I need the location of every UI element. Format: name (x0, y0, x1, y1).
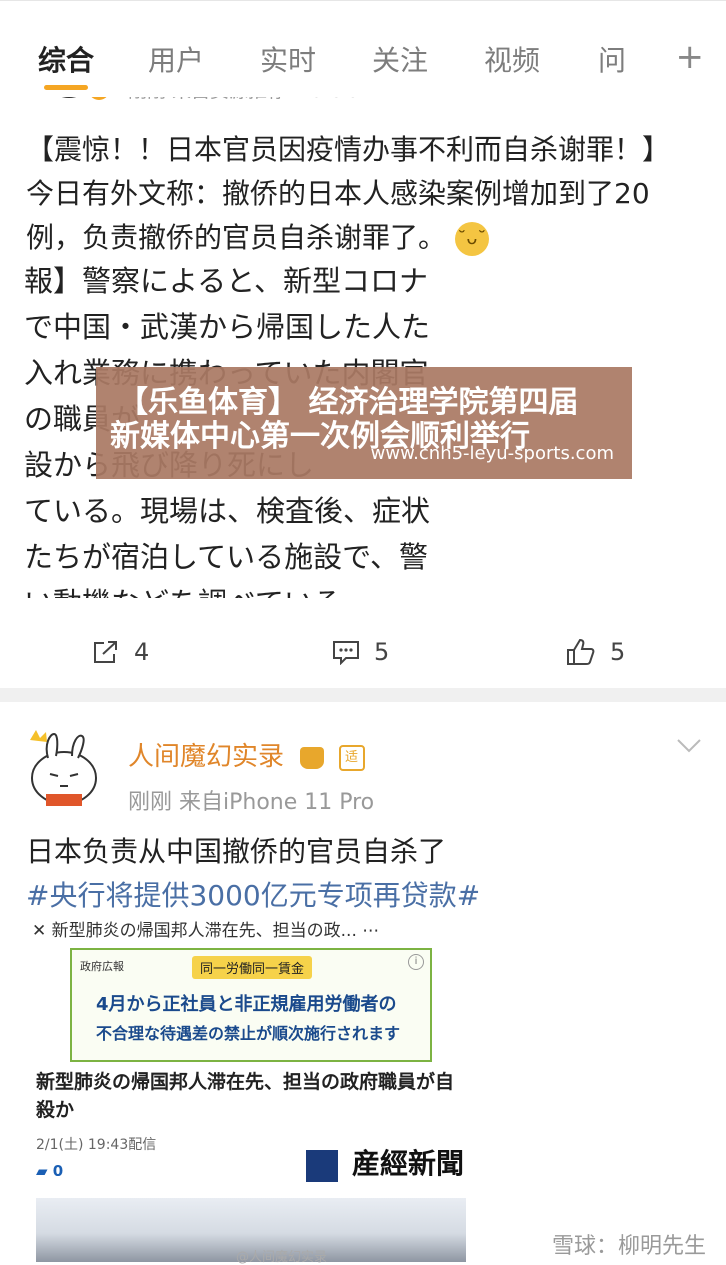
like-button[interactable]: 5 (566, 638, 625, 666)
avatar[interactable] (24, 728, 102, 808)
comment-button[interactable]: 5 (332, 638, 389, 666)
image-text-line: 報】警察によると、新型コロナ (24, 264, 428, 298)
sankei-logo-icon (306, 1149, 339, 1182)
promo-watermark-overlay: 【乐鱼体育】 经济治理学院第四届 新媒体中心第一次例会顺利举行 www.cnh5… (96, 367, 632, 479)
info-icon: i (408, 954, 424, 970)
news-source-logo: 産經新聞 (306, 1142, 464, 1182)
news-source: 産經新聞 (351, 1147, 464, 1180)
image-text-line: ている。現場は、検査後、症状 (24, 494, 431, 528)
ad-subline: 不合理な待遇差の禁止が順次施行されます (96, 1024, 401, 1043)
xueqiu-watermark: 雪球：柳明先生 (551, 1234, 706, 1259)
image-text-line: で中国・武漢から帰国した人た (24, 310, 431, 344)
post1-body[interactable]: 【震惊！！日本官员因疫情办事不利而自杀谢罪！】今日有外文称：撤侨的日本人感染案例… (26, 128, 686, 260)
comment-icon (333, 641, 359, 665)
post1-action-bar: 4 5 5 (0, 630, 726, 678)
government-ad-banner: 政府広報 同一労働同一賃金 i 4月から正社員と非正規雇用労働者の 不合理な待遇… (70, 948, 432, 1062)
tab-users[interactable]: 用户 (148, 39, 204, 79)
tab-comprehensive[interactable]: 综合 (38, 39, 94, 79)
weibo-watermark: @人间魔幻实录 (236, 1250, 328, 1265)
username-link[interactable]: 人间魔幻实录 适 (128, 736, 365, 773)
post-divider (0, 688, 726, 702)
like-count: 5 (610, 638, 626, 666)
watermark-url: www.cnh5-leyu-sports.com (370, 443, 614, 464)
comment-bubble-icon: ▰ (36, 1162, 48, 1180)
news-comments-value: 0 (52, 1162, 64, 1180)
image-text-line: たちが宿泊している施設で、警 (24, 540, 428, 574)
post-text: 【震惊！！日本官员因疫情办事不利而自杀谢罪！】今日有外文称：撤侨的日本人感染案例… (26, 133, 671, 254)
news-date: 2/1(土) 19:43配信 (36, 1137, 157, 1153)
search-tabs: 综合 用户 实时 关注 视频 问 + (0, 0, 726, 97)
crown-icon (300, 746, 325, 769)
share-count: 4 (134, 638, 150, 666)
comment-count: 5 (374, 638, 390, 666)
ad-headline: 4月から正社員と非正規雇用労働者の (96, 994, 397, 1015)
ad-chip: 同一労働同一賃金 (192, 956, 313, 979)
chevron-down-icon[interactable] (676, 738, 702, 754)
ad-logo: 政府広報 (80, 960, 124, 973)
active-tab-indicator (44, 85, 88, 90)
share-icon (94, 641, 117, 663)
thumbs-up-icon (567, 638, 595, 665)
tab-video[interactable]: 视频 (484, 39, 540, 79)
tab-following[interactable]: 关注 (372, 39, 428, 79)
member-badge-icon: 适 (338, 744, 365, 771)
post-meta: 刚刚 来自iPhone 11 Pro (128, 790, 375, 815)
tab-realtime[interactable]: 实时 (260, 39, 316, 79)
news-title: 新型肺炎の帰国邦人滞在先、担当の政府職員が自殺か (36, 1071, 455, 1121)
username: 人间魔幻实录 (128, 742, 285, 772)
tab-questions[interactable]: 问 (598, 39, 626, 79)
share-button[interactable]: 4 (92, 638, 149, 666)
hashtag-link[interactable]: #央行将提供3000亿元专项再贷款# (26, 874, 480, 914)
add-tab-icon[interactable]: + (676, 37, 705, 77)
screenshot-header: ✕ 新型肺炎の帰国邦人滞在先、担当の政... ⋯ (32, 921, 380, 941)
news-comment-count: ▰ 0 (36, 1162, 63, 1180)
post-text: 日本负责从中国撤侨的官员自杀了 (26, 835, 447, 868)
smirk-emoji-icon: ˘ᴗ˘ (454, 222, 489, 256)
image-text-line: い動機などを調べている。 (24, 580, 480, 598)
post2-image[interactable]: ✕ 新型肺炎の帰国邦人滞在先、担当の政... ⋯ 政府広報 同一労働同一賃金 i… (26, 918, 472, 1262)
post2-card: 人间魔幻实录 适 刚刚 来自iPhone 11 Pro 日本负责从中国撤侨的官员… (0, 702, 726, 1262)
